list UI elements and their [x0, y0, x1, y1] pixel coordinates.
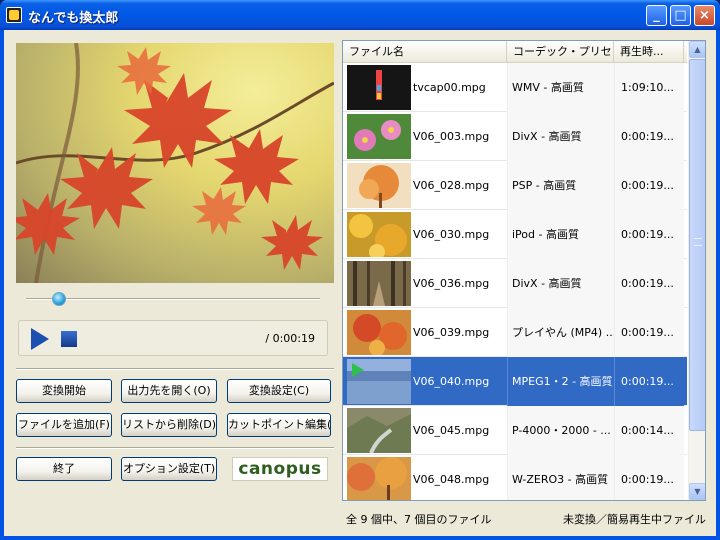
table-row[interactable]: V06_036.mpg DivX - 高画質 0:00:19... [343, 259, 687, 308]
status-legend: 未変換／簡易再生中ファイル [563, 513, 706, 526]
duration: 0:00:19... [614, 112, 684, 161]
video-preview[interactable] [16, 43, 334, 283]
scroll-up-icon[interactable]: ▲ [689, 41, 705, 58]
column-header-filename[interactable]: ファイル名 [343, 41, 507, 63]
red-leaves-thumb [347, 310, 411, 355]
window-title: なんでも換太郎 [28, 11, 119, 26]
close-button[interactable]: × [694, 5, 715, 26]
duration: 0:00:19... [614, 308, 684, 357]
file-name: V06_039.mpg [413, 326, 490, 339]
remove-from-list-button[interactable]: リストから削除(D) [121, 413, 217, 437]
stop-icon[interactable] [61, 331, 77, 347]
file-name: V06_048.mpg [413, 473, 490, 486]
add-file-button[interactable]: ファイルを追加(F) [16, 413, 112, 437]
transport-panel: / 0:00:19 [18, 320, 328, 356]
codec-preset: P-4000・2000 - ... [507, 406, 614, 455]
file-name: tvcap00.mpg [413, 81, 486, 94]
file-name: V06_030.mpg [413, 228, 490, 241]
scrollbar-thumb[interactable] [689, 59, 705, 431]
convert-start-button[interactable]: 変換開始 [16, 379, 112, 403]
pink-flowers-thumb [347, 114, 411, 159]
autumn-tree-thumb [347, 163, 411, 208]
file-name: V06_040.mpg [413, 375, 490, 388]
table-row[interactable]: V06_030.mpg iPod - 高画質 0:00:19... [343, 210, 687, 259]
codec-preset: W-ZERO3 - 高画質 [507, 455, 614, 500]
app-window: なんでも換太郎 _ □ × / 0:00:19 変換開始 出力先を開く(O) 変… [0, 0, 720, 540]
maximize-button[interactable]: □ [670, 5, 691, 26]
scroll-down-icon[interactable]: ▼ [689, 483, 705, 500]
status-file-position: 全 9 個中、7 個目のファイル [346, 513, 492, 526]
codec-preset: DivX - 高画質 [507, 259, 614, 308]
duration: 0:00:19... [614, 455, 684, 500]
forest-path-thumb [347, 261, 411, 306]
duration: 0:00:14... [614, 406, 684, 455]
orange-trees-thumb [347, 457, 411, 500]
table-row[interactable]: V06_048.mpg W-ZERO3 - 高画質 0:00:19... [343, 455, 687, 500]
file-list[interactable]: ファイル名 コーデック・プリセット 再生時... tvcap00.mpg WMV… [342, 40, 706, 501]
minimize-button[interactable]: _ [646, 5, 667, 26]
table-row[interactable]: V06_039.mpg プレイやん (MP4) ... 0:00:19... [343, 308, 687, 357]
divider [16, 447, 334, 449]
list-header: ファイル名 コーデック・プリセット 再生時... [343, 41, 687, 63]
time-display: / 0:00:19 [265, 332, 315, 345]
column-header-duration[interactable]: 再生時... [614, 41, 684, 63]
grip-icon [694, 238, 702, 246]
file-name: V06_003.mpg [413, 130, 490, 143]
vertical-scrollbar[interactable]: ▲ ▼ [688, 41, 705, 500]
title-bar[interactable]: なんでも換太郎 _ □ × [0, 0, 720, 30]
canopus-logo: canopus [232, 457, 328, 481]
now-playing-icon [352, 363, 364, 377]
column-header-codec[interactable]: コーデック・プリセット [507, 41, 614, 63]
table-row-selected[interactable]: V06_040.mpg MPEG1・2 - 高画質 0:00:19... [343, 357, 687, 406]
divider [16, 368, 334, 370]
codec-preset: プレイやん (MP4) ... [507, 308, 614, 357]
duration: 0:00:19... [614, 259, 684, 308]
seek-track[interactable] [26, 298, 320, 300]
maple-leaves-image [16, 43, 334, 283]
codec-preset: MPEG1・2 - 高画質 [507, 357, 614, 406]
seek-thumb[interactable] [52, 292, 66, 306]
cut-point-edit-button[interactable]: カットポイント編集(E) [227, 413, 331, 437]
app-icon[interactable] [6, 7, 22, 23]
table-row[interactable]: V06_028.mpg PSP - 高画質 0:00:19... [343, 161, 687, 210]
yellow-leaves-thumb [347, 212, 411, 257]
duration: 1:09:10... [614, 63, 684, 112]
option-settings-button[interactable]: オプション設定(T) [121, 457, 217, 481]
dark-bars-thumb [347, 65, 411, 110]
codec-preset: WMV - 高画質 [507, 63, 614, 112]
file-name: V06_028.mpg [413, 179, 490, 192]
file-name: V06_036.mpg [413, 277, 490, 290]
open-output-button[interactable]: 出力先を開く(O) [121, 379, 217, 403]
codec-preset: DivX - 高画質 [507, 112, 614, 161]
exit-button[interactable]: 終了 [16, 457, 112, 481]
codec-preset: iPod - 高画質 [507, 210, 614, 259]
duration: 0:00:19... [614, 210, 684, 259]
table-row[interactable]: V06_003.mpg DivX - 高画質 0:00:19... [343, 112, 687, 161]
table-row[interactable]: tvcap00.mpg WMV - 高画質 1:09:10... [343, 63, 687, 112]
codec-preset: PSP - 高画質 [507, 161, 614, 210]
table-row[interactable]: V06_045.mpg P-4000・2000 - ... 0:00:14... [343, 406, 687, 455]
play-icon[interactable] [31, 328, 49, 350]
duration: 0:00:19... [614, 161, 684, 210]
convert-settings-button[interactable]: 変換設定(C) [227, 379, 331, 403]
file-name: V06_045.mpg [413, 424, 490, 437]
duration: 0:00:19... [614, 357, 684, 406]
mountain-stream-thumb [347, 408, 411, 453]
client-area: / 0:00:19 変換開始 出力先を開く(O) 変換設定(C) ファイルを追加… [4, 30, 716, 536]
